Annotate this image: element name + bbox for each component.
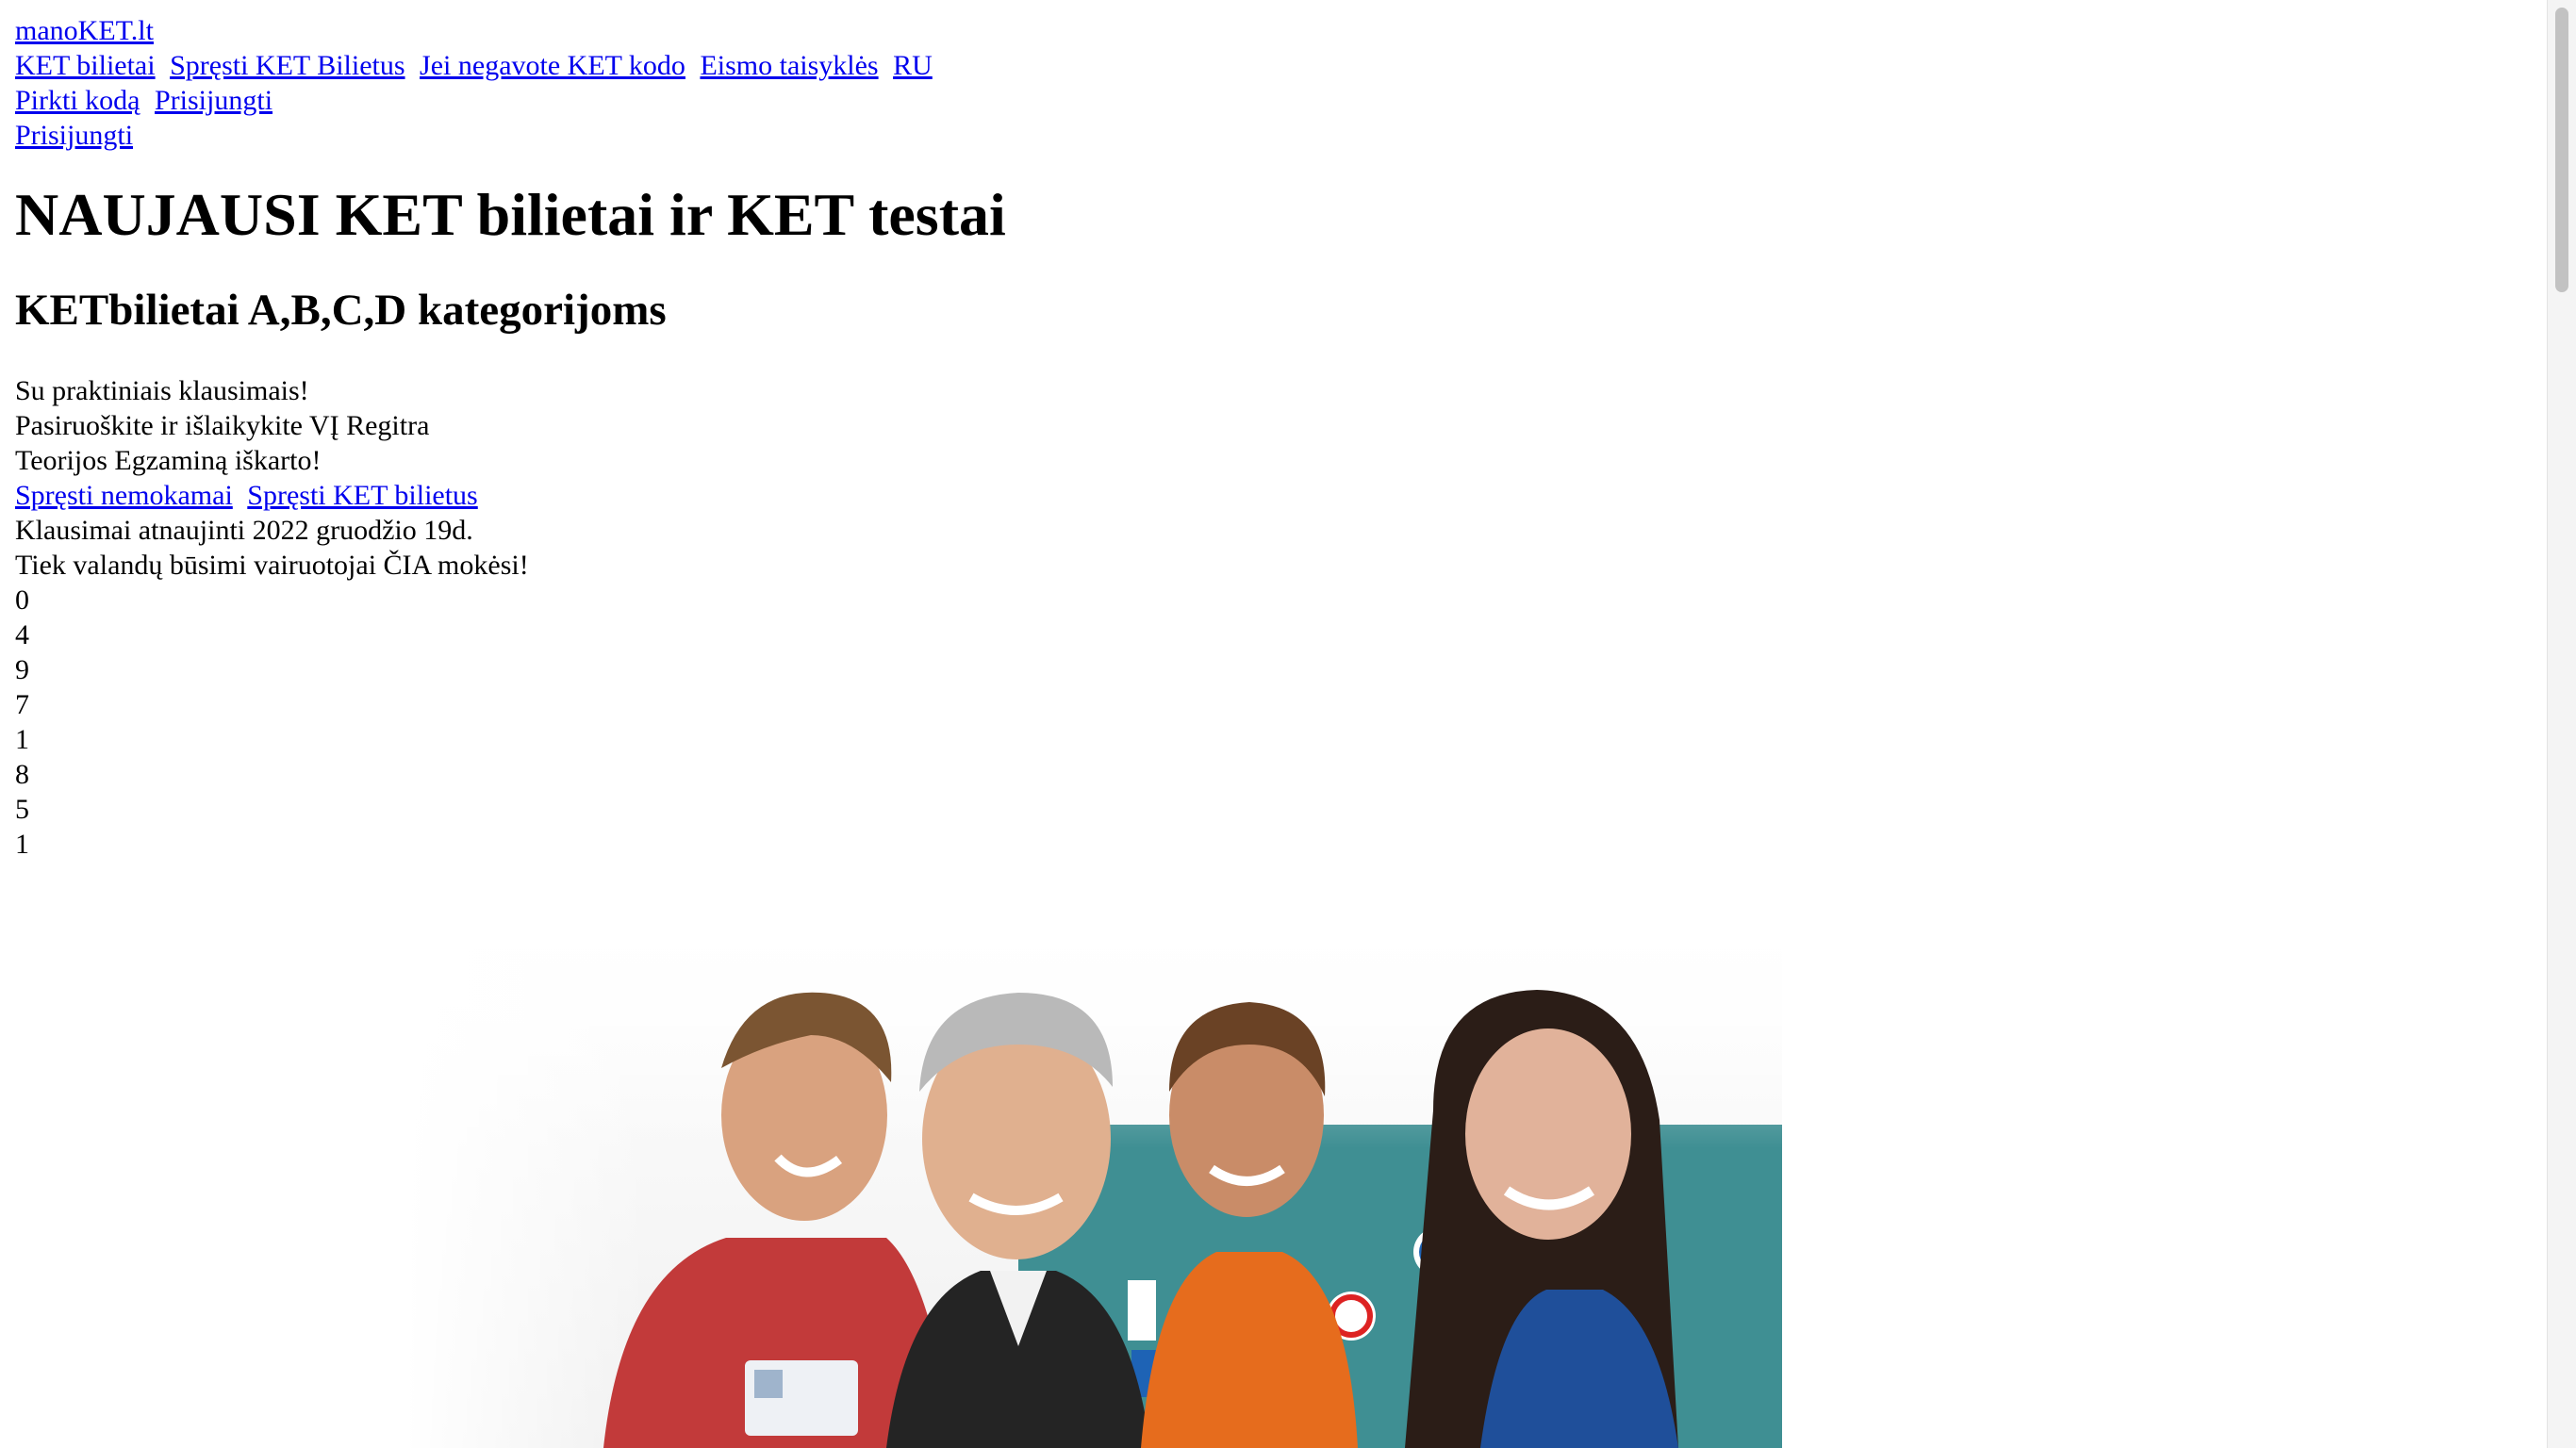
counter-digit: 4 [15, 619, 29, 650]
cta-links: Spręsti nemokamai Spręsti KET bilietus [15, 478, 1006, 513]
main-nav: KET bilietai Spręsti KET Bilietus Jei ne… [15, 48, 1006, 83]
counter-digit: 9 [15, 654, 29, 685]
hero-line: Pasiruoškite ir išlaikykite VĮ Regitra [15, 410, 430, 441]
counter-digit: 1 [15, 724, 29, 755]
account-links: Pirkti kodą Prisijungti [15, 83, 1006, 118]
scrollbar-thumb[interactable] [2555, 8, 2568, 292]
vertical-scrollbar[interactable] [2547, 0, 2576, 1448]
nav-eismo-taisykles[interactable]: Eismo taisyklės [700, 50, 878, 81]
hero-line: Teorijos Egzaminą iškarto! [15, 445, 322, 476]
logo-link[interactable]: manoKET.lt [15, 13, 1006, 48]
counter-digit: 5 [15, 794, 29, 825]
counter-digit: 7 [15, 689, 29, 720]
counter-caption: Tiek valandų būsimi vairuotojai ČIA mokė… [15, 550, 529, 581]
login-link[interactable]: Prisijungti [155, 85, 272, 116]
people-with-licenses-illustration [0, 903, 1782, 1448]
login-link-secondary[interactable]: Prisijungti [15, 118, 1006, 153]
counter-digit: 8 [15, 759, 29, 790]
nav-negavote-kodo[interactable]: Jei negavote KET kodo [420, 50, 685, 81]
nav-language-ru[interactable]: RU [893, 50, 933, 81]
updated-note: Klausimai atnaujinti 2022 gruodžio 19d. [15, 515, 473, 546]
nav-spresti-bilietus[interactable]: Spręsti KET Bilietus [170, 50, 405, 81]
counter-digit: 1 [15, 829, 29, 860]
hero-line: Su praktiniais klausimais! [15, 375, 309, 406]
counter-digit: 0 [15, 584, 29, 616]
hero-image [0, 903, 1782, 1448]
page-subtitle: KETbilietai A,B,C,D kategorijoms [15, 286, 667, 335]
nav-ket-bilietai[interactable]: KET bilietai [15, 50, 156, 81]
buy-code-link[interactable]: Pirkti kodą [15, 85, 140, 116]
solve-tickets-link[interactable]: Spręsti KET bilietus [247, 480, 477, 511]
hours-counter: 0 4 9 7 1 8 5 1 [15, 583, 1006, 862]
solve-free-link[interactable]: Spręsti nemokamai [15, 480, 233, 511]
page-content: manoKET.lt KET bilietai Spręsti KET Bili… [15, 13, 1006, 862]
page-title: NAUJAUSI KET bilietai ir KET testai [15, 181, 1006, 248]
